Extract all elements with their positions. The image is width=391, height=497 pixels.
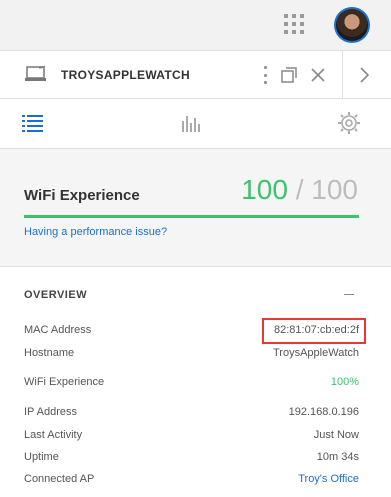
wifi-score: 100 / 100 [241,174,358,206]
tab-bar [0,99,391,149]
apps-grid-icon[interactable] [284,14,304,34]
top-bar [0,0,391,50]
wifi-score-bar [24,215,359,218]
wifi-score-value: 100 [241,174,288,205]
ip-address-row: IP Address 192.168.0.196 [24,404,359,422]
row-value: 100% [330,376,359,388]
row-label: MAC Address [24,324,92,336]
last-activity-row: Last Activity Just Now [24,427,359,445]
row-value: Just Now [313,429,359,441]
connected-ap-link[interactable]: Troy's Office [298,473,359,485]
overview-title: OVERVIEW [24,289,88,301]
laptop-wifi-icon [25,65,46,81]
row-label: Last Activity [24,429,83,441]
wifi-experience-row: WiFi Experience 100% [24,374,359,392]
close-icon[interactable] [309,66,327,84]
wifi-experience-title: WiFi Experience [24,187,140,204]
bar-chart-icon[interactable] [181,113,203,133]
user-avatar[interactable] [334,7,370,43]
collapse-icon[interactable] [344,294,354,295]
gear-icon[interactable] [337,111,361,135]
wifi-score-max: 100 [311,174,358,205]
chevron-right-icon[interactable] [358,66,370,84]
connected-ap-row: Connected AP Troy's Office [24,471,359,489]
performance-issue-link[interactable]: Having a performance issue? [24,226,167,238]
divider [342,51,343,99]
row-value: 192.168.0.196 [288,406,359,418]
popout-window-icon[interactable] [280,66,298,84]
uptime-row: Uptime 10m 34s [24,449,359,467]
row-label: Hostname [24,347,75,359]
hostname-row: Hostname TroysAppleWatch [24,345,359,363]
list-icon[interactable] [22,113,44,133]
device-header: TROYSAPPLEWATCH [0,50,391,99]
more-options-icon[interactable] [262,66,268,84]
device-name: TROYSAPPLEWATCH [61,68,190,82]
row-value: 10m 34s [316,451,359,463]
row-value: TroysAppleWatch [273,347,359,359]
row-label: Uptime [24,451,59,463]
row-label: IP Address [24,406,77,418]
row-label: Connected AP [24,473,95,485]
wifi-experience-card: WiFi Experience 100 / 100 Having a perfo… [0,150,391,265]
row-label: WiFi Experience [24,376,105,388]
mac-address-highlight [262,318,366,344]
wifi-score-separator: / [287,174,312,205]
